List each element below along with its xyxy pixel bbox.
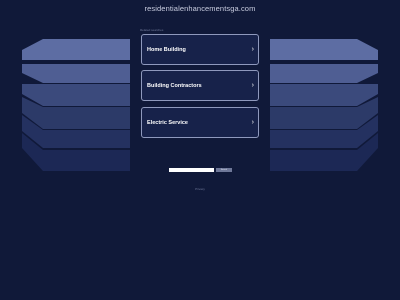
chevron-right-icon: › bbox=[251, 82, 254, 89]
related-link-label: Building Contractors bbox=[147, 82, 202, 89]
related-link-home-building[interactable]: Home Building › bbox=[141, 34, 259, 65]
search-button[interactable]: Search bbox=[216, 168, 232, 172]
chevron-right-icon: › bbox=[251, 46, 254, 53]
search-input[interactable] bbox=[169, 168, 214, 172]
related-link-electric-service[interactable]: Electric Service › bbox=[141, 107, 259, 138]
privacy-link[interactable]: Privacy bbox=[0, 187, 400, 191]
right-deco-stripe bbox=[270, 39, 378, 60]
left-deco-stripe bbox=[22, 64, 130, 83]
left-deco-stripe bbox=[22, 39, 130, 60]
right-deco-stripe bbox=[270, 64, 378, 83]
related-searches-label: Related searches bbox=[140, 28, 164, 32]
parked-domain-page: residentialenhancementsga.com Related se… bbox=[0, 0, 400, 300]
right-deco-stripe bbox=[270, 84, 378, 106]
related-link-label: Electric Service bbox=[147, 119, 188, 126]
chevron-right-icon: › bbox=[251, 119, 254, 126]
related-link-building-contractors[interactable]: Building Contractors › bbox=[141, 70, 259, 101]
left-deco-stripe bbox=[22, 84, 130, 106]
related-link-label: Home Building bbox=[147, 46, 186, 53]
